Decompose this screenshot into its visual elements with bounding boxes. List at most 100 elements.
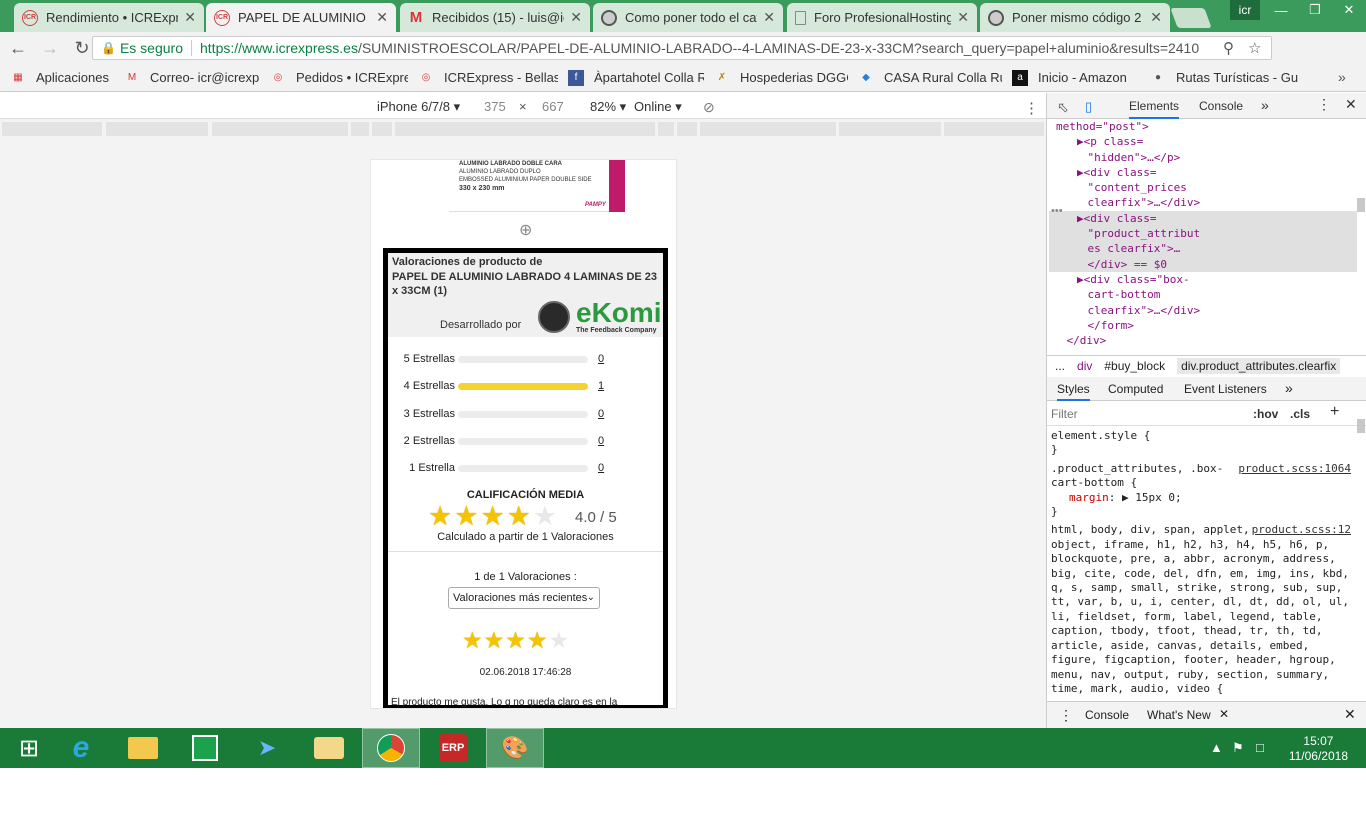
tab-elements[interactable]: Elements [1129, 99, 1180, 119]
styles-filter-input[interactable] [1051, 405, 1241, 423]
review-sort-select[interactable]: Valoraciones más recientes ⌄ [448, 587, 600, 609]
bookmark-item[interactable]: M Correo- icr@icrexpre [124, 70, 260, 86]
dom-node-line[interactable]: ▶<div class= [1049, 165, 1357, 180]
minimize-icon[interactable]: — [1264, 0, 1298, 20]
elements-scrollbar[interactable] [1357, 198, 1365, 212]
tab-1[interactable]: ICR Rendimiento • ICRExpres ✕ [14, 3, 204, 32]
tab-4[interactable]: Como poner todo el cata ✕ [593, 3, 783, 32]
chrome-icon[interactable] [362, 728, 420, 768]
close-window-icon[interactable]: ✕ [1332, 0, 1366, 20]
dom-node-line[interactable]: "product_attribut [1049, 226, 1357, 242]
new-tab-button[interactable] [1170, 8, 1212, 28]
bookmark-item[interactable]: ▦ Aplicaciones [10, 70, 114, 86]
rating-row[interactable]: 5 Estrellas 0 [388, 353, 663, 367]
ekomi-logo[interactable]: eKomi The Feedback Company [538, 297, 662, 337]
cls-toggle[interactable]: .cls [1290, 407, 1310, 421]
device-mode-icon[interactable]: ▯ [1085, 99, 1092, 115]
rating-row-count[interactable]: 0 [598, 353, 604, 365]
dom-node-line[interactable]: ▶<div class= [1049, 210, 1357, 227]
rating-row[interactable]: 1 Estrella 0 [388, 462, 663, 476]
tab-2[interactable]: ICR PAPEL DE ALUMINIO LAB ✕ [206, 3, 396, 32]
paint-icon[interactable]: 🎨 [486, 728, 544, 768]
more-subtabs-icon[interactable]: » [1285, 380, 1293, 396]
breadcrumb-item[interactable]: ... [1055, 359, 1065, 373]
zoom-select[interactable]: 82% ▾ [590, 99, 626, 115]
network-icon[interactable]: □ [1256, 740, 1264, 755]
rating-row[interactable]: 3 Estrellas 0 [388, 408, 663, 422]
close-drawer-icon[interactable]: ✕ [1344, 706, 1356, 723]
device-height[interactable]: 667 [542, 99, 564, 114]
dom-node-line[interactable]: "content_prices [1049, 180, 1357, 195]
store-icon[interactable] [176, 728, 234, 768]
profile-badge[interactable]: icr [1230, 0, 1260, 20]
device-more-icon[interactable]: ⋮ [1024, 99, 1039, 117]
erp-icon[interactable]: ERP [424, 728, 482, 768]
outlook-icon[interactable] [300, 728, 358, 768]
drawer-tab-console[interactable]: Console [1085, 708, 1129, 722]
bookmark-item[interactable]: ● Rutas Turísticas - Gu [1150, 70, 1300, 86]
close-tab-icon[interactable]: ✕ [570, 9, 582, 26]
dom-node-line[interactable]: method="post"> [1049, 119, 1357, 134]
rating-row[interactable]: 4 Estrellas 1 [388, 380, 663, 394]
elements-tree[interactable]: method="post"> ▶<p class= "hidden">…</p> ▶<… [1049, 119, 1357, 347]
bookmark-star-icon[interactable]: ☆ [1248, 39, 1261, 57]
network-select[interactable]: Online ▾ [634, 99, 682, 115]
ellipsis-icon[interactable]: ••• [1051, 205, 1063, 217]
hov-toggle[interactable]: :hov [1253, 407, 1278, 421]
subtab-computed[interactable]: Computed [1108, 382, 1163, 396]
close-tab-icon[interactable]: ✕ [1219, 707, 1229, 721]
more-tabs-icon[interactable]: » [1261, 97, 1269, 113]
close-tab-icon[interactable]: ✕ [376, 9, 388, 26]
dom-node-line[interactable]: clearfix">…</div> [1049, 303, 1357, 318]
bookmark-item[interactable]: ◆ CASA Rural Colla Ru [858, 70, 1002, 86]
show-hidden-icons[interactable]: ▲ [1210, 740, 1223, 755]
tab-console[interactable]: Console [1199, 99, 1243, 113]
rule-source-link[interactable]: product.scss:1064 [1238, 462, 1351, 476]
drawer-menu-icon[interactable]: ⋮ [1059, 707, 1073, 724]
subtab-styles[interactable]: Styles [1057, 382, 1090, 401]
close-devtools-icon[interactable]: ✕ [1345, 96, 1357, 113]
search-icon[interactable]: ⚲ [1223, 39, 1234, 57]
flag-icon[interactable]: ⚑ [1232, 740, 1244, 756]
dom-node-line[interactable]: clearfix">…</div> [1049, 195, 1357, 210]
tab-6[interactable]: Poner mismo código 2 ve ✕ [980, 3, 1170, 32]
rotate-icon[interactable]: ⊘ [703, 99, 715, 116]
close-tab-icon[interactable]: ✕ [957, 9, 969, 26]
dom-node-line[interactable]: </form> [1049, 318, 1357, 333]
rating-row-count[interactable]: 0 [598, 462, 604, 474]
breadcrumb-item[interactable]: div.product_attributes.clearfix [1177, 357, 1341, 374]
device-select[interactable]: iPhone 6/7/8 ▾ [377, 99, 460, 115]
new-rule-icon[interactable]: + [1330, 403, 1339, 421]
restore-icon[interactable]: ❐ [1298, 0, 1332, 20]
inspect-element-icon[interactable]: ⬁ [1057, 99, 1069, 116]
drawer-tab-whats-new[interactable]: What's New [1147, 708, 1211, 722]
more-bookmarks-icon[interactable]: » [1338, 69, 1346, 85]
breadcrumb-item[interactable]: #buy_block [1104, 359, 1165, 373]
address-bar[interactable]: 🔒 Es seguro https://www.icrexpress.es /S… [92, 36, 1272, 60]
forward-icon[interactable]: → [36, 34, 64, 62]
bookmark-item[interactable]: a Inicio - Amazon [1012, 69, 1140, 86]
dom-node-line[interactable]: es clearfix">… [1049, 241, 1357, 257]
dom-node-line[interactable]: cart-bottom [1049, 287, 1357, 302]
close-tab-icon[interactable]: ✕ [1150, 9, 1162, 26]
bookmark-item[interactable]: ◎ ICRExpress - Bellas a [418, 70, 558, 86]
rating-row[interactable]: 2 Estrellas 0 [388, 435, 663, 449]
dom-node-line[interactable]: "hidden">…</p> [1049, 150, 1357, 165]
tab-5[interactable]: Foro ProfesionalHosting ✕ [787, 3, 977, 32]
media-query-ruler[interactable] [0, 119, 1046, 139]
close-tab-icon[interactable]: ✕ [763, 9, 775, 26]
styles-scrollbar[interactable] [1357, 419, 1365, 433]
rating-row-count[interactable]: 1 [598, 380, 604, 392]
zoom-in-icon[interactable]: ⊕ [519, 220, 532, 240]
styles-rules[interactable]: element.style { } product.scss:1064 .pro… [1051, 429, 1351, 699]
bookmark-item[interactable]: ◎ Pedidos • ICRExpres [270, 70, 408, 86]
subtab-event-listeners[interactable]: Event Listeners [1184, 382, 1267, 396]
dom-node-line[interactable]: ▶<p class= [1049, 134, 1357, 149]
product-image[interactable]: ALUMINIO LABRADO DOBLE CARA ALUMINIO LAB… [449, 160, 625, 212]
device-width[interactable]: 375 [484, 99, 506, 114]
explorer-icon[interactable] [114, 728, 172, 768]
rocket-icon[interactable]: ➤ [238, 728, 296, 768]
devtools-menu-icon[interactable]: ⋮ [1317, 96, 1331, 113]
breadcrumb-item[interactable]: div [1077, 359, 1092, 373]
start-icon[interactable]: ⊞ [0, 728, 58, 768]
